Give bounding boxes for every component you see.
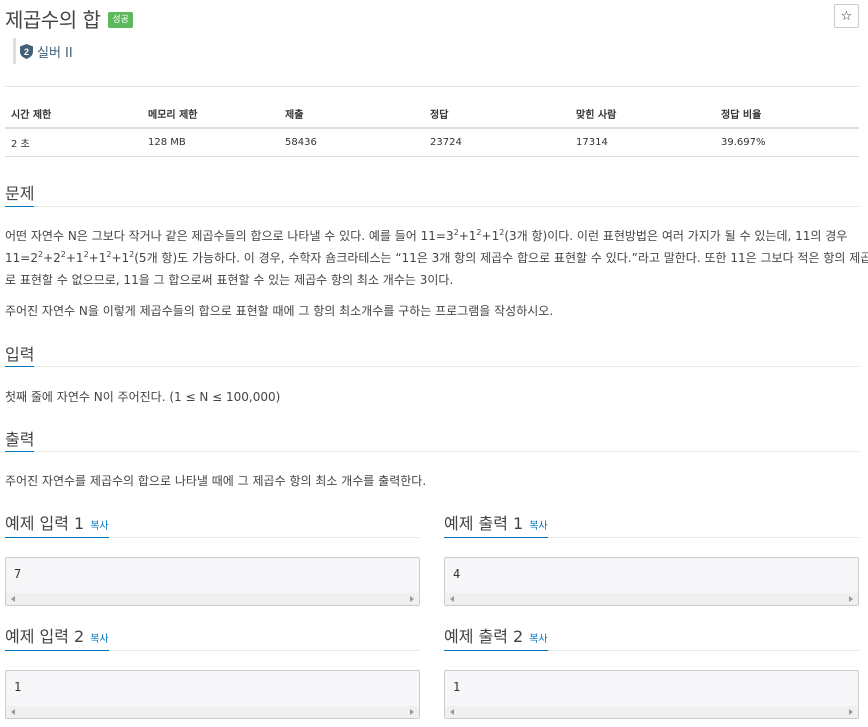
tier-number: 2 — [24, 47, 29, 57]
scroll-left-icon[interactable] — [11, 709, 15, 715]
sample-output-2-box[interactable]: 1 — [444, 670, 859, 719]
description-heading: 문제 — [5, 184, 35, 203]
scroll-right-icon[interactable] — [849, 709, 853, 715]
sample-output-1-value: 4 — [453, 567, 461, 581]
table-header: 시간 제한 — [5, 100, 142, 129]
table-header: 메모리 제한 — [142, 100, 279, 129]
section-accent — [5, 451, 34, 452]
title-row: 제곱수의 합 성공 — [5, 4, 133, 32]
accepted-cell: 23724 — [424, 128, 570, 157]
section-divider — [5, 206, 859, 207]
section-accent — [444, 537, 548, 538]
sample-input-1-box[interactable]: 7 — [5, 557, 420, 606]
table-header: 정답 비율 — [715, 100, 859, 129]
input-description: 첫째 줄에 자연수 N이 주어진다. (1 ≤ N ≤ 100,000) — [5, 390, 281, 404]
scroll-left-icon[interactable] — [450, 596, 454, 602]
submissions-cell: 58436 — [279, 128, 424, 157]
scroll-left-icon[interactable] — [450, 709, 454, 715]
sample-input-2-heading: 예제 입력 2 복사 — [5, 627, 109, 646]
scroll-right-icon[interactable] — [849, 596, 853, 602]
section-accent — [5, 366, 34, 367]
sample-input-1-heading: 예제 입력 1 복사 — [5, 514, 109, 533]
description-paragraph-2: 주어진 자연수 N을 이렇게 제곱수들의 합으로 표현할 때에 그 항의 최소개… — [5, 304, 554, 318]
table-header-row: 시간 제한 메모리 제한 제출 정답 맞힌 사람 정답 비율 — [5, 100, 859, 129]
copy-button[interactable]: 복사 — [529, 517, 547, 532]
scroll-left-icon[interactable] — [11, 596, 15, 602]
horizontal-scrollbar[interactable] — [6, 706, 419, 718]
problem-info-table: 시간 제한 메모리 제한 제출 정답 맞힌 사람 정답 비율 2 초 128 M… — [5, 100, 859, 157]
horizontal-scrollbar[interactable] — [445, 593, 858, 605]
section-accent — [5, 206, 34, 207]
description-line: 어떤 자연수 N은 그보다 작거나 같은 제곱수들의 합으로 나타낼 수 있다.… — [5, 228, 848, 244]
tier-row: 2 실버 II — [13, 38, 73, 64]
description-line: 로 표현할 수 없으므로, 11을 그 합으로써 표현할 수 있는 제곱수 항의… — [5, 273, 454, 287]
copy-button[interactable]: 복사 — [90, 630, 108, 645]
sample-input-2-box[interactable]: 1 — [5, 670, 420, 719]
table-row: 2 초 128 MB 58436 23724 17314 39.697% — [5, 128, 859, 157]
table-header: 맞힌 사람 — [570, 100, 715, 129]
sample-input-1-value: 7 — [14, 567, 22, 581]
time-limit-cell: 2 초 — [5, 128, 142, 157]
page-title: 제곱수의 합 — [5, 7, 101, 32]
section-accent — [5, 650, 109, 651]
section-divider — [5, 366, 859, 367]
sample-output-1-heading: 예제 출력 1 복사 — [444, 514, 548, 533]
input-heading: 입력 — [5, 345, 35, 364]
horizontal-scrollbar[interactable] — [6, 593, 419, 605]
section-accent — [5, 537, 109, 538]
copy-button[interactable]: 복사 — [90, 517, 108, 532]
sample-output-2-heading: 예제 출력 2 복사 — [444, 627, 548, 646]
sample-input-2-value: 1 — [14, 680, 22, 694]
copy-button[interactable]: 복사 — [529, 630, 547, 645]
divider — [5, 86, 859, 87]
horizontal-scrollbar[interactable] — [445, 706, 858, 718]
star-button[interactable]: ☆ — [834, 4, 859, 28]
star-icon: ☆ — [840, 8, 853, 24]
section-divider — [5, 451, 859, 452]
tier-shield-icon: 2 — [20, 43, 33, 59]
tier-label[interactable]: 실버 II — [37, 42, 73, 61]
output-description: 주어진 자연수를 제곱수의 합으로 나타낼 때에 그 제곱수 항의 최소 개수를… — [5, 474, 427, 488]
description-paragraph: 어떤 자연수 N은 그보다 작거나 같은 제곱수들의 합으로 나타낼 수 있다.… — [5, 225, 868, 291]
output-heading: 출력 — [5, 430, 35, 449]
sample-output-2-value: 1 — [453, 680, 461, 694]
sample-output-1-box[interactable]: 4 — [444, 557, 859, 606]
memory-limit-cell: 128 MB — [142, 128, 279, 157]
description-line: 11=22+22+12+12+12(5개 항)도 가능하다. 이 경우, 수학자… — [5, 250, 868, 266]
table-header: 제출 — [279, 100, 424, 129]
solved-users-cell: 17314 — [570, 128, 715, 157]
accept-ratio-cell: 39.697% — [715, 128, 859, 157]
status-badge: 성공 — [108, 12, 133, 28]
scroll-right-icon[interactable] — [410, 596, 414, 602]
table-header: 정답 — [424, 100, 570, 129]
section-accent — [444, 650, 548, 651]
scroll-right-icon[interactable] — [410, 709, 414, 715]
